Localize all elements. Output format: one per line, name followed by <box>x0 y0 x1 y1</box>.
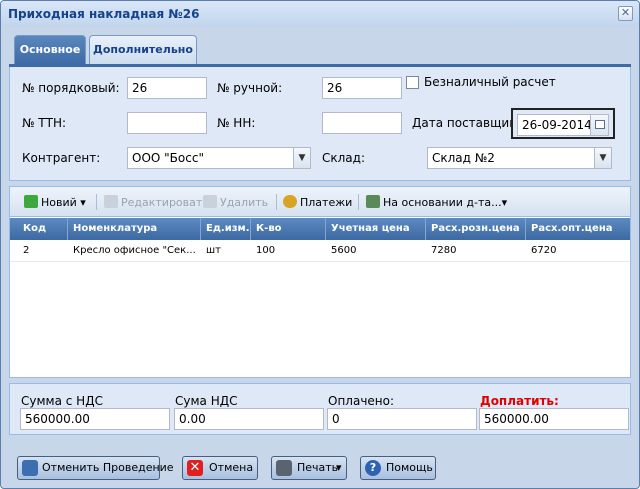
contractor-select[interactable]: ООО "Босс" ▼ <box>127 147 311 169</box>
paid-field[interactable]: 0 <box>327 408 477 430</box>
help-button[interactable]: ? Помощь <box>360 456 436 480</box>
toolbar-separator <box>96 194 97 210</box>
column-header-account-price[interactable]: Учетная цена <box>326 218 426 240</box>
printer-icon <box>276 460 292 476</box>
warehouse-select[interactable]: Склад №2 ▼ <box>427 147 612 169</box>
seq-number-field[interactable]: 26 <box>127 77 207 99</box>
totals-panel: Сумма с НДС 560000.00 Сума НДС 0.00 Опла… <box>9 383 631 435</box>
grid-header: Код Номенклатура Ед.изм. К-во Учетная це… <box>10 218 630 240</box>
tab-main[interactable]: Основное <box>14 35 86 65</box>
chevron-down-icon: ▾ <box>336 461 342 474</box>
cell-unit: шт <box>206 245 221 256</box>
sum-with-vat-field[interactable]: 560000.00 <box>20 408 170 430</box>
new-button-label: Новий <box>41 196 77 209</box>
print-button-label: Печать <box>297 461 339 474</box>
sum-with-vat-label: Сумма с НДС <box>21 394 103 408</box>
column-header-code[interactable]: Код <box>18 218 68 240</box>
toolbar-separator <box>358 194 359 210</box>
date-picker-button[interactable] <box>590 115 608 135</box>
cell-wholesale-price: 6720 <box>531 245 557 256</box>
warehouse-label: Склад: <box>322 151 365 165</box>
supplier-date-highlight: 26-09-2014 <box>511 108 615 139</box>
edit-button-label: Редактировать <box>121 196 209 209</box>
cell-code: 2 <box>23 245 30 256</box>
table-row[interactable]: 2 Кресло офисное "Сек... шт 100 5600 728… <box>10 240 630 262</box>
cell-account-price: 5600 <box>331 245 357 256</box>
help-icon: ? <box>365 460 381 476</box>
nn-field[interactable] <box>322 112 402 134</box>
vat-amount-label: Сума НДС <box>175 394 238 408</box>
tab-additional-label: Дополнительно <box>93 43 193 56</box>
warehouse-dropdown-button[interactable]: ▼ <box>594 148 611 168</box>
column-header-unit[interactable]: Ед.изм. <box>201 218 251 240</box>
cancel-button-label: Отмена <box>209 461 254 474</box>
ttn-field[interactable] <box>127 112 207 134</box>
cashless-checkbox[interactable] <box>406 76 419 89</box>
based-on-button[interactable]: На основании д-та...▾ <box>366 195 507 209</box>
chevron-down-icon: ▾ <box>501 196 508 209</box>
print-button[interactable]: Печать ▾ <box>271 456 347 480</box>
document-arrow-icon <box>366 195 380 208</box>
window-title: Приходная накладная №26 <box>8 7 200 21</box>
payments-button-label: Платежи <box>300 196 353 209</box>
amount-due-label: Доплатить: <box>480 394 559 408</box>
delete-document-icon <box>203 195 217 208</box>
coins-icon <box>283 195 297 208</box>
cell-retail-price: 7280 <box>431 245 457 256</box>
toolbar-separator <box>276 194 277 210</box>
warehouse-value: Склад №2 <box>432 151 495 165</box>
contractor-label: Контрагент: <box>22 151 101 165</box>
ttn-label: № ТТН: <box>22 116 67 130</box>
column-header-retail-price[interactable]: Расх.розн.цена <box>426 218 526 240</box>
column-header-qty[interactable]: К-во <box>251 218 326 240</box>
chevron-down-icon: ▼ <box>599 153 607 163</box>
cashless-label: Безналичный расчет <box>424 75 556 89</box>
add-document-icon <box>24 195 38 208</box>
red-x-icon: ✕ <box>187 460 203 476</box>
calendar-icon <box>595 120 605 129</box>
contractor-value: ООО "Босс" <box>132 151 204 165</box>
document-icon <box>22 460 38 476</box>
supplier-date-value: 26-09-2014 <box>522 118 592 132</box>
tab-main-label: Основное <box>19 43 81 56</box>
column-header-item[interactable]: Номенклатура <box>68 218 201 240</box>
manual-number-field[interactable]: 26 <box>322 77 402 99</box>
vat-amount-field[interactable]: 0.00 <box>174 408 324 430</box>
delete-button-label: Удалить <box>220 196 269 209</box>
manual-number-label: № ручной: <box>217 81 283 95</box>
amount-due-field[interactable]: 560000.00 <box>479 408 629 430</box>
paid-label: Оплачено: <box>328 394 395 408</box>
invoice-window: Приходная накладная №26 ✕ Основное Допол… <box>0 0 640 489</box>
contractor-dropdown-button[interactable]: ▼ <box>293 148 310 168</box>
chevron-down-icon: ▾ <box>80 196 86 209</box>
cell-qty: 100 <box>256 245 276 256</box>
unpost-button-label: Отменить Проведение <box>42 461 174 474</box>
column-header-wholesale-price[interactable]: Расх.опт.цена <box>526 218 630 240</box>
payments-button[interactable]: Платежи <box>283 195 352 209</box>
title-bar[interactable]: Приходная накладная №26 ✕ <box>1 1 639 27</box>
items-grid-panel: Новий ▾ Редактировать Удалить Платежи На… <box>9 186 631 378</box>
help-button-label: Помощь <box>386 461 433 474</box>
unpost-button[interactable]: Отменить Проведение <box>17 456 174 480</box>
cancel-button[interactable]: ✕ Отмена <box>182 456 258 480</box>
seq-number-label: № порядковый: <box>22 81 120 95</box>
based-on-button-label: На основании д-та... <box>383 196 502 209</box>
nn-label: № НН: <box>217 116 256 130</box>
grid-toolbar: Новий ▾ Редактировать Удалить Платежи На… <box>10 187 630 217</box>
cell-item: Кресло офисное "Сек... <box>73 245 196 256</box>
edit-document-icon <box>104 195 118 208</box>
close-icon: ✕ <box>620 6 631 19</box>
new-button[interactable]: Новий ▾ <box>24 195 86 209</box>
edit-button[interactable]: Редактировать <box>104 195 209 209</box>
tab-additional[interactable]: Дополнительно <box>89 35 197 65</box>
delete-button[interactable]: Удалить <box>203 195 268 209</box>
supplier-date-field[interactable]: 26-09-2014 <box>517 114 609 136</box>
chevron-down-icon: ▼ <box>298 153 306 163</box>
close-button[interactable]: ✕ <box>618 6 633 21</box>
